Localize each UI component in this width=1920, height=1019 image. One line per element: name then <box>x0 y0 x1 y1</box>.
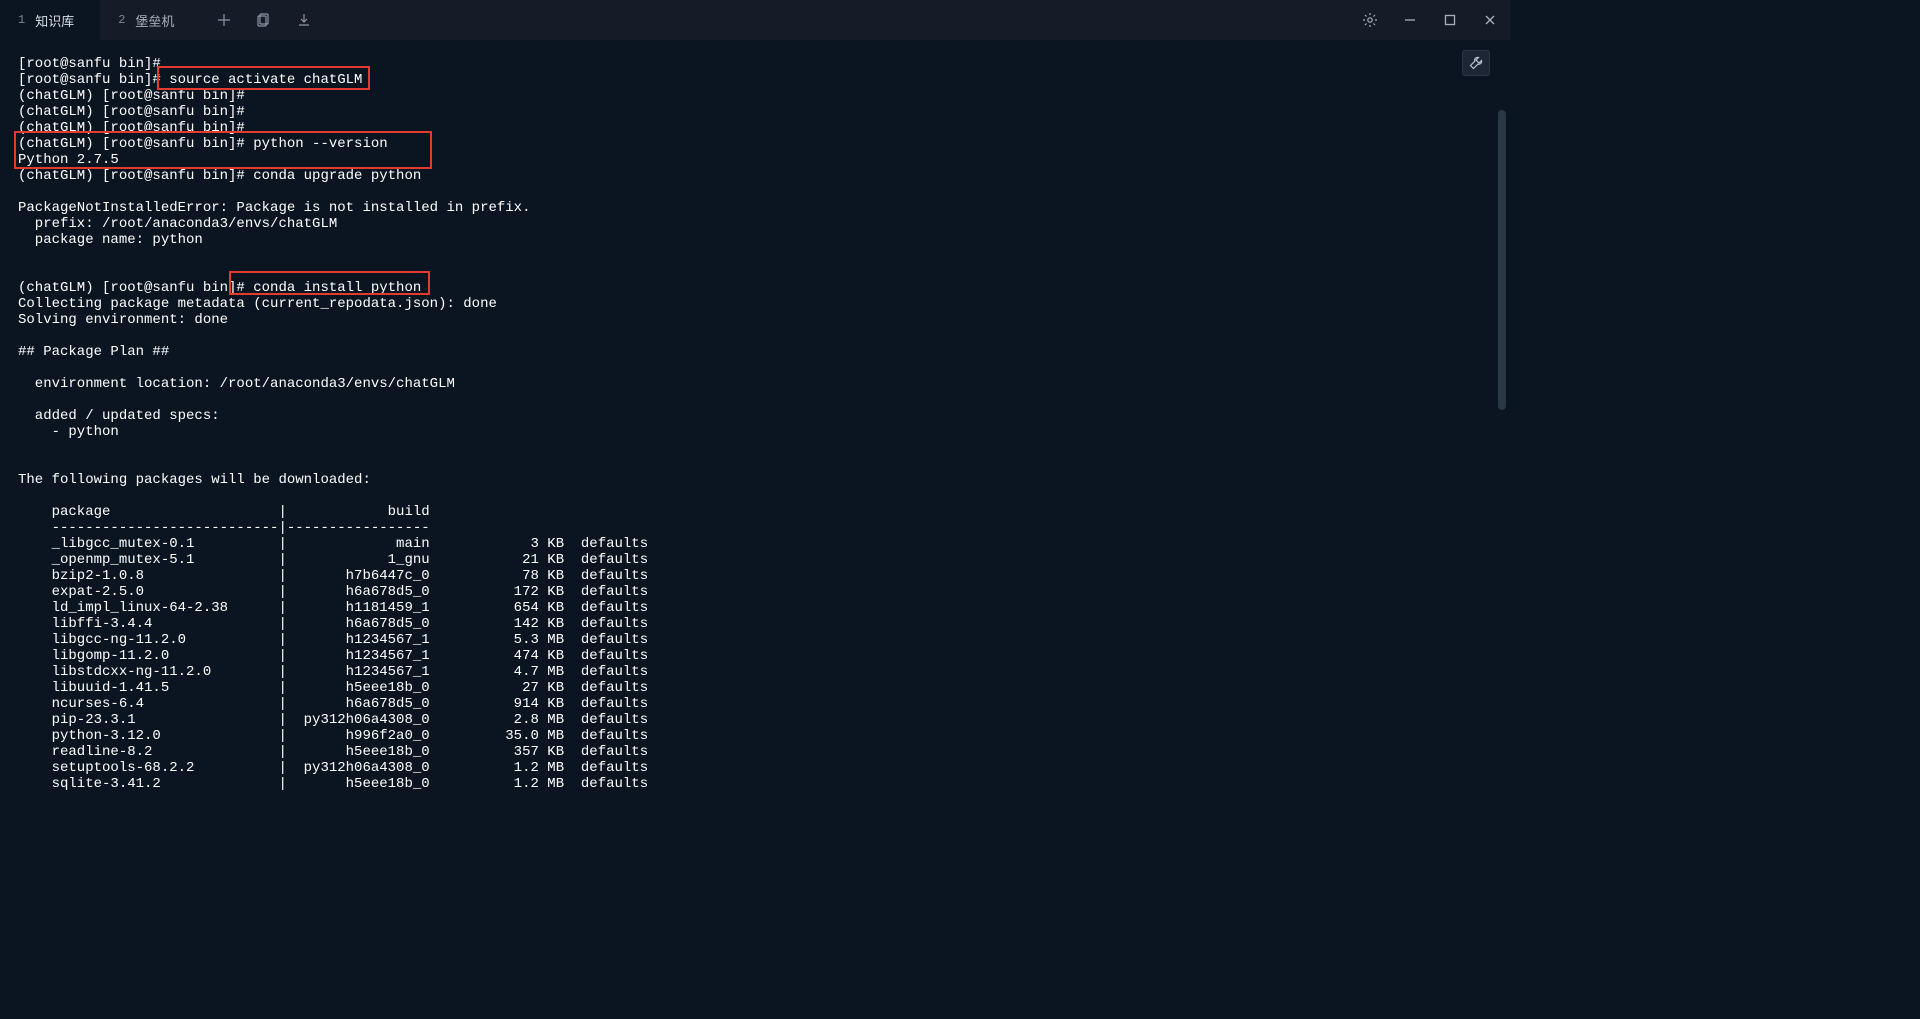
table-row: ld_impl_linux-64-2.38 | h1181459_1 654 K… <box>18 600 1492 616</box>
terminal-line: PackageNotInstalledError: Package is not… <box>18 200 1492 216</box>
tab-number: 1 <box>18 13 25 27</box>
table-row: pip-23.3.1 | py312h06a4308_0 2.8 MB defa… <box>18 712 1492 728</box>
terminal-line <box>18 456 1492 472</box>
terminal-line: ## Package Plan ## <box>18 344 1492 360</box>
terminal-line: added / updated specs: <box>18 408 1492 424</box>
terminal-line: (chatGLM) [root@sanfu bin]# conda upgrad… <box>18 168 1492 184</box>
tab-number: 2 <box>118 13 125 27</box>
tab-2[interactable]: 2 堡垒机 <box>100 0 200 40</box>
add-tab-icon[interactable] <box>206 0 242 40</box>
terminal-line: (chatGLM) [root@sanfu bin]# python --ver… <box>18 136 1492 152</box>
terminal-line: [root@sanfu bin]# <box>18 56 1492 72</box>
tab-label: 知识库 <box>35 11 74 30</box>
table-row: readline-8.2 | h5eee18b_0 357 KB default… <box>18 744 1492 760</box>
terminal-line <box>18 440 1492 456</box>
settings-icon[interactable] <box>1350 0 1390 40</box>
table-row: python-3.12.0 | h996f2a0_0 35.0 MB defau… <box>18 728 1492 744</box>
table-row: expat-2.5.0 | h6a678d5_0 172 KB defaults <box>18 584 1492 600</box>
tab-actions <box>200 0 328 40</box>
table-row: ncurses-6.4 | h6a678d5_0 914 KB defaults <box>18 696 1492 712</box>
titlebar-spacer <box>328 0 1350 40</box>
terminal-line: environment location: /root/anaconda3/en… <box>18 376 1492 392</box>
terminal-line <box>18 392 1492 408</box>
terminal-line: (chatGLM) [root@sanfu bin]# <box>18 88 1492 104</box>
table-header: package | build <box>18 504 1492 520</box>
terminal-line: [root@sanfu bin]# source activate chatGL… <box>18 72 1492 88</box>
copy-icon[interactable] <box>246 0 282 40</box>
terminal-line: (chatGLM) [root@sanfu bin]# <box>18 120 1492 136</box>
window-controls <box>1350 0 1510 40</box>
terminal-line <box>18 184 1492 200</box>
table-row: libstdcxx-ng-11.2.0 | h1234567_1 4.7 MB … <box>18 664 1492 680</box>
tab-label: 堡垒机 <box>135 11 174 30</box>
terminal-line: The following packages will be downloade… <box>18 472 1492 488</box>
table-row: libgomp-11.2.0 | h1234567_1 474 KB defau… <box>18 648 1492 664</box>
terminal-output[interactable]: [root@sanfu bin]#[root@sanfu bin]# sourc… <box>18 56 1492 800</box>
tab-bar: 1 知识库 2 堡垒机 <box>0 0 200 40</box>
table-row: libuuid-1.41.5 | h5eee18b_0 27 KB defaul… <box>18 680 1492 696</box>
wrench-icon[interactable] <box>1462 50 1490 76</box>
terminal-line: Solving environment: done <box>18 312 1492 328</box>
table-row: setuptools-68.2.2 | py312h06a4308_0 1.2 … <box>18 760 1492 776</box>
terminal-line: Python 2.7.5 <box>18 152 1492 168</box>
table-row: libgcc-ng-11.2.0 | h1234567_1 5.3 MB def… <box>18 632 1492 648</box>
table-row: _libgcc_mutex-0.1 | main 3 KB defaults <box>18 536 1492 552</box>
terminal-line: (chatGLM) [root@sanfu bin]# <box>18 104 1492 120</box>
terminal-line <box>18 328 1492 344</box>
terminal-line <box>18 488 1492 504</box>
titlebar: 1 知识库 2 堡垒机 <box>0 0 1510 40</box>
terminal-line: - python <box>18 424 1492 440</box>
close-button[interactable] <box>1470 0 1510 40</box>
tab-1[interactable]: 1 知识库 <box>0 0 100 40</box>
app-window: 1 知识库 2 堡垒机 <box>0 0 1510 800</box>
table-row: bzip2-1.0.8 | h7b6447c_0 78 KB defaults <box>18 568 1492 584</box>
maximize-button[interactable] <box>1430 0 1470 40</box>
download-icon[interactable] <box>286 0 322 40</box>
content-area: [root@sanfu bin]#[root@sanfu bin]# sourc… <box>0 40 1510 800</box>
terminal-line: Collecting package metadata (current_rep… <box>18 296 1492 312</box>
scrollbar-thumb[interactable] <box>1498 110 1506 410</box>
table-row: libffi-3.4.4 | h6a678d5_0 142 KB default… <box>18 616 1492 632</box>
minimize-button[interactable] <box>1390 0 1430 40</box>
terminal-line <box>18 360 1492 376</box>
table-divider: ---------------------------|------------… <box>18 520 1492 536</box>
terminal-line <box>18 248 1492 264</box>
terminal-line: (chatGLM) [root@sanfu bin]# conda instal… <box>18 280 1492 296</box>
terminal-line: package name: python <box>18 232 1492 248</box>
terminal-line: prefix: /root/anaconda3/envs/chatGLM <box>18 216 1492 232</box>
table-row: _openmp_mutex-5.1 | 1_gnu 21 KB defaults <box>18 552 1492 568</box>
table-row: sqlite-3.41.2 | h5eee18b_0 1.2 MB defaul… <box>18 776 1492 792</box>
terminal-line <box>18 264 1492 280</box>
